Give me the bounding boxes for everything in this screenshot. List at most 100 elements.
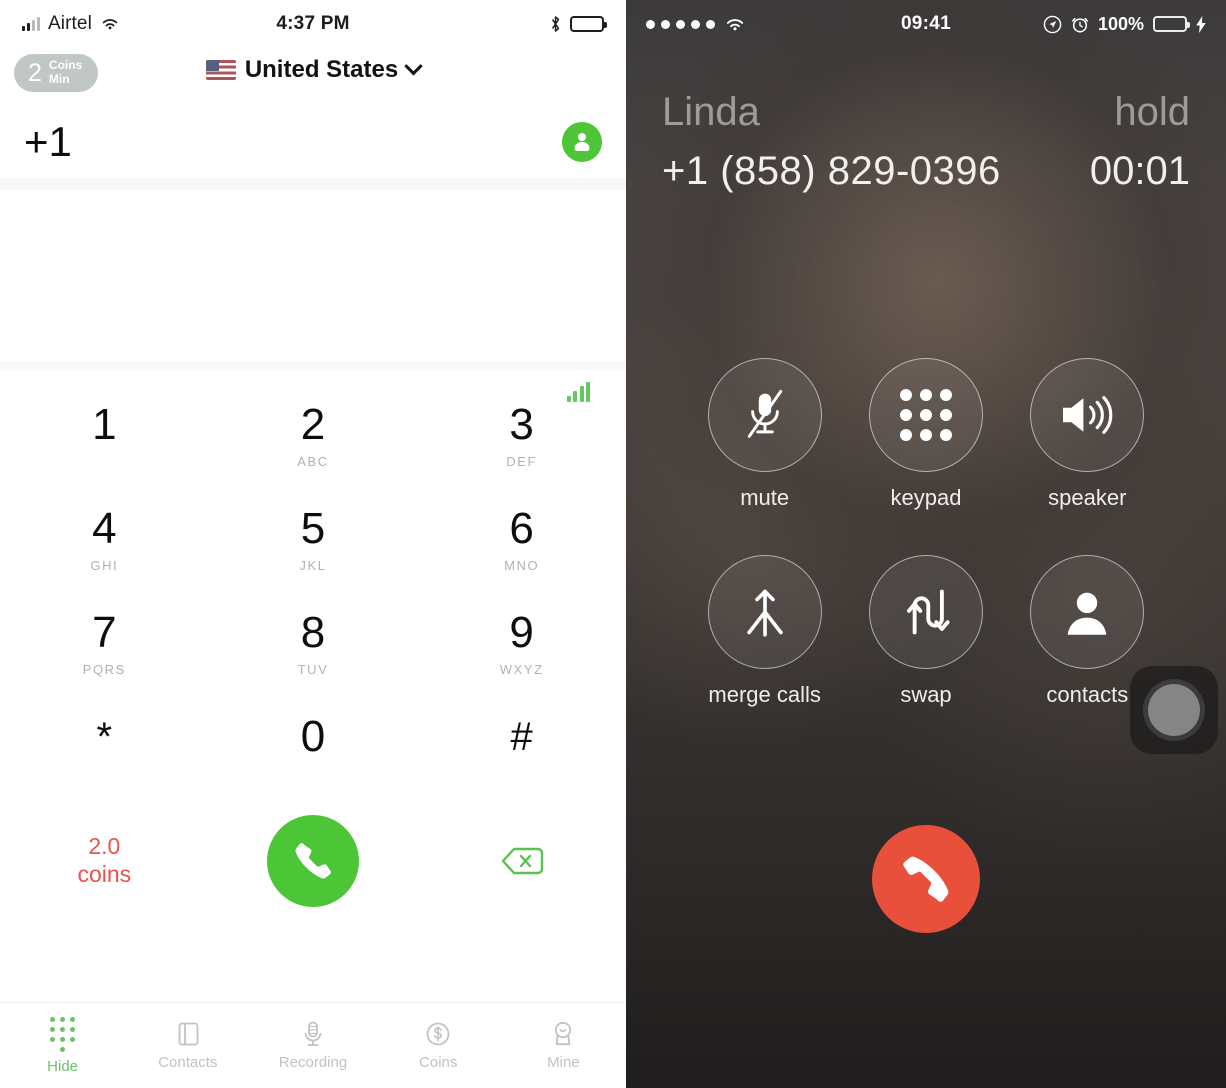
tab-label: Mine <box>547 1054 580 1071</box>
keypad-key-7[interactable]: 7 PQRS <box>0 592 209 696</box>
key-letters: MNO <box>504 558 540 573</box>
control-label: swap <box>900 682 952 707</box>
control-contacts-circle <box>1030 555 1145 669</box>
key-digit: 7 <box>92 608 117 657</box>
add-contact-icon[interactable] <box>562 122 602 162</box>
key-letters: PQRS <box>82 662 126 677</box>
keypad-divider <box>0 362 626 370</box>
keypad-dots-icon <box>899 389 952 441</box>
key-digit: 0 <box>300 712 326 761</box>
dollar-coin-icon <box>426 1022 450 1046</box>
field-divider <box>0 178 626 190</box>
end-call-button[interactable] <box>872 825 980 933</box>
keypad-key-6[interactable]: 6 MNO <box>417 488 626 592</box>
control-merge-calls-circle <box>707 555 822 669</box>
caller-info: Linda hold +1 (858) 829-0396 00:01 <box>626 48 1226 194</box>
control-swap[interactable]: swap <box>845 555 1006 708</box>
key-digit: 2 <box>300 400 326 449</box>
keypad-key-1[interactable]: 1 <box>0 384 209 488</box>
keypad-key-2[interactable]: 2 ABC <box>209 384 418 488</box>
key-digit: 3 <box>509 400 534 449</box>
battery-icon <box>570 16 607 32</box>
control-speaker[interactable]: speaker <box>1007 358 1168 511</box>
dialer-empty-area <box>0 190 626 362</box>
call-cost-unit: coins <box>77 861 132 887</box>
country-selector[interactable]: United States <box>0 56 626 84</box>
key-letters: JKL <box>299 558 327 573</box>
bluetooth-icon <box>551 16 560 32</box>
keypad-key-3[interactable]: 3 DEF <box>417 384 626 488</box>
phone-number-value: +1 <box>24 118 72 165</box>
contacts-book-icon <box>178 1022 199 1046</box>
in-call-screen: 09:41 100% Linda hold +1 (858) 829-0396 … <box>626 0 1226 1088</box>
call-button-container <box>209 815 418 907</box>
keypad-key-star[interactable]: * <box>0 696 209 800</box>
merge-arrows-icon <box>746 589 783 637</box>
keypad-dots-icon <box>50 1016 76 1052</box>
end-call-handset-icon <box>903 856 949 902</box>
call-button[interactable] <box>266 815 359 907</box>
caller-name: Linda <box>662 90 760 134</box>
control-mute[interactable]: mute <box>684 358 845 511</box>
control-speaker-circle <box>1030 358 1145 472</box>
control-mute-circle <box>707 358 822 472</box>
tab-contacts[interactable]: Contacts <box>125 1020 250 1071</box>
key-digit: 9 <box>509 608 534 657</box>
keypad-key-hash[interactable]: # <box>417 696 626 800</box>
flag-united-states-icon <box>205 60 236 80</box>
carrier-label: Airtel <box>48 13 92 34</box>
control-label: keypad <box>890 485 962 510</box>
cellular-signal-icon <box>22 17 40 31</box>
dialer-header: 2 Coins Min United States <box>0 48 626 106</box>
microphone-icon <box>304 1021 322 1046</box>
call-state-label: hold <box>1114 90 1190 134</box>
tab-recording[interactable]: Recording <box>250 1020 375 1071</box>
call-controls-grid: mute keypad speaker merge calls swap con… <box>626 358 1226 708</box>
microphone-muted-icon <box>747 389 782 438</box>
keypad-key-0[interactable]: 0 <box>209 696 418 800</box>
tab-label: Coins <box>419 1054 458 1071</box>
keypad-action-row: 2.0 coins <box>0 800 626 922</box>
person-silhouette-icon <box>1067 592 1107 635</box>
keypad-key-5[interactable]: 5 JKL <box>209 488 418 592</box>
keypad-key-4[interactable]: 4 GHI <box>0 488 209 592</box>
assistive-touch-icon[interactable] <box>1130 666 1218 754</box>
battery-charging-icon <box>1153 16 1190 32</box>
keypad-key-8[interactable]: 8 TUV <box>209 592 418 696</box>
call-cost: 2.0 coins <box>0 833 209 888</box>
tab-mine[interactable]: Mine <box>501 1020 626 1071</box>
chevron-down-icon <box>404 56 423 75</box>
call-duration: 00:01 <box>1089 149 1190 193</box>
backspace-delete-icon[interactable] <box>498 843 546 879</box>
control-label: contacts <box>1046 682 1129 707</box>
key-letters: WXYZ <box>499 662 544 677</box>
tab-label: Contacts <box>158 1054 218 1071</box>
phone-handset-icon <box>295 843 331 879</box>
key-digit: 4 <box>92 504 117 553</box>
wifi-icon <box>102 19 118 30</box>
keypad-key-9[interactable]: 9 WXYZ <box>417 592 626 696</box>
phone-number-field[interactable]: +1 <box>0 106 626 178</box>
key-letters: TUV <box>297 662 329 677</box>
caller-number: +1 (858) 829-0396 <box>662 149 1001 193</box>
key-digit: 8 <box>300 608 326 657</box>
call-status-time: 09:41 <box>900 13 952 34</box>
control-swap-circle <box>868 555 983 669</box>
key-letters: ABC <box>297 454 329 469</box>
control-label: merge calls <box>708 682 821 707</box>
country-label: United States <box>244 56 399 83</box>
tab-label: Recording <box>278 1054 348 1071</box>
dialer-tab-bar: Hide Contacts Recording Coins Mine <box>0 1002 626 1088</box>
end-call-container <box>626 825 1226 933</box>
keypad: 1 2 ABC 3 DEF 4 GHI 5 JKL 6 MNO 7 PQRS 8… <box>0 370 626 922</box>
control-merge-calls[interactable]: merge calls <box>684 555 845 708</box>
tab-hide[interactable]: Hide <box>0 1016 125 1075</box>
control-label: speaker <box>1048 485 1127 510</box>
signal-bars-icon <box>566 382 590 402</box>
status-right-group <box>549 14 607 34</box>
tab-coins[interactable]: Coins <box>376 1020 501 1071</box>
swap-arrows-icon <box>907 589 950 635</box>
delete-button-container <box>417 843 626 879</box>
call-cost-amount: 2.0 <box>88 833 121 860</box>
control-keypad[interactable]: keypad <box>845 358 1006 511</box>
